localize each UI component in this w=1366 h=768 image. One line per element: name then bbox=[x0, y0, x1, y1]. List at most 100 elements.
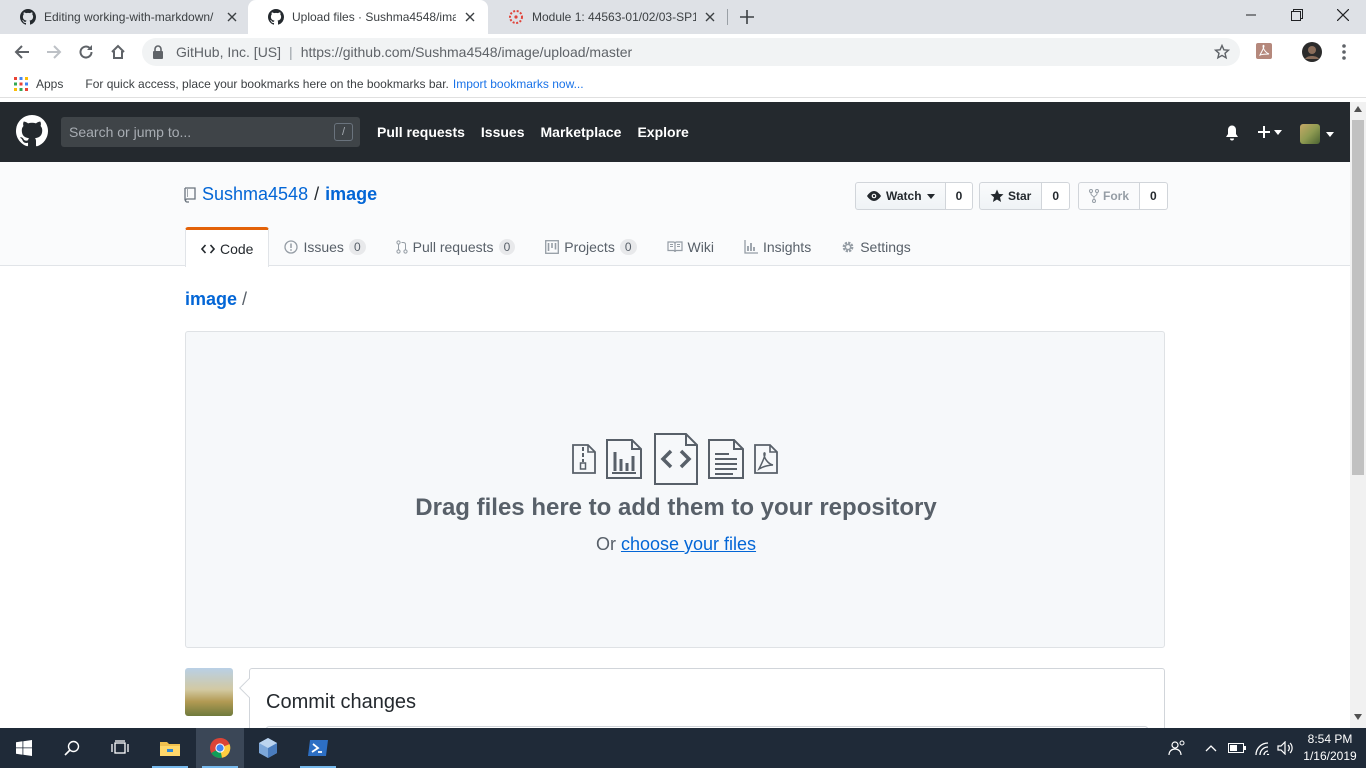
windows-taskbar: 8:54 PM 1/16/2019 bbox=[0, 728, 1366, 768]
file-drop-zone[interactable]: Drag files here to add them to your repo… bbox=[185, 331, 1165, 648]
repo-icon bbox=[184, 186, 196, 203]
nav-explore[interactable]: Explore bbox=[637, 124, 688, 140]
close-icon[interactable] bbox=[702, 9, 718, 25]
browser-toolbar: GitHub, Inc. [US] | https://github.com/S… bbox=[0, 34, 1366, 70]
fork-count[interactable]: 0 bbox=[1140, 182, 1168, 210]
github-header: Search or jump to... / Pull requests Iss… bbox=[0, 102, 1350, 162]
tab-title: Upload files · Sushma4548/image bbox=[292, 10, 456, 24]
apps-shortcut[interactable]: Apps bbox=[14, 76, 63, 91]
tab-code-label: Code bbox=[220, 240, 254, 257]
star-icon[interactable] bbox=[1214, 44, 1230, 60]
browser-tab-editing[interactable]: Editing working-with-markdown/ bbox=[0, 0, 250, 34]
bookmarks-bar: Apps For quick access, place your bookma… bbox=[0, 70, 1366, 98]
github-icon bbox=[268, 9, 284, 25]
repo-name-link[interactable]: image bbox=[325, 184, 377, 205]
nav-pull-requests[interactable]: Pull requests bbox=[377, 124, 465, 140]
create-new-menu[interactable] bbox=[1258, 126, 1282, 138]
repo-title-separator: / bbox=[314, 184, 320, 204]
windows-logo-icon bbox=[16, 740, 32, 756]
bell-icon[interactable] bbox=[1225, 125, 1239, 141]
book-icon bbox=[666, 241, 683, 253]
scroll-up-icon[interactable] bbox=[1354, 106, 1362, 114]
page-scrollbar[interactable] bbox=[1350, 102, 1366, 728]
tab-wiki[interactable]: Wiki bbox=[652, 227, 729, 267]
reload-button[interactable] bbox=[74, 40, 98, 64]
chrome-taskbar[interactable] bbox=[196, 728, 244, 768]
repo-owner-link[interactable]: Sushma4548 bbox=[202, 184, 308, 205]
import-bookmarks-link[interactable]: Import bookmarks now... bbox=[453, 77, 584, 91]
star-count[interactable]: 0 bbox=[1042, 182, 1071, 210]
tab-code[interactable]: Code bbox=[185, 227, 270, 267]
search-placeholder: Search or jump to... bbox=[69, 124, 192, 140]
taskbar-clock[interactable]: 8:54 PM 1/16/2019 bbox=[1300, 731, 1360, 765]
site-identity[interactable]: GitHub, Inc. [US] bbox=[176, 44, 281, 60]
more-menu-icon[interactable] bbox=[1334, 42, 1354, 62]
zip-file-icon bbox=[571, 443, 597, 475]
close-window-button[interactable] bbox=[1320, 0, 1366, 30]
fork-button[interactable]: Fork bbox=[1078, 182, 1141, 210]
drop-or-text: Or bbox=[595, 534, 616, 554]
browser-tab-upload[interactable]: Upload files · Sushma4548/image bbox=[248, 0, 488, 34]
tab-settings[interactable]: Settings bbox=[826, 227, 926, 267]
breadcrumb-separator: / bbox=[242, 289, 248, 309]
commit-form: Commit changes bbox=[239, 668, 1165, 728]
new-tab-button[interactable] bbox=[737, 7, 757, 27]
star-group: Star 0 bbox=[979, 182, 1071, 210]
choose-files-link[interactable]: choose your files bbox=[621, 534, 756, 554]
url-text[interactable]: https://github.com/Sushma4548/image/uplo… bbox=[301, 44, 633, 60]
star-button[interactable]: Star bbox=[979, 182, 1043, 210]
powershell-icon bbox=[307, 739, 329, 757]
forward-button[interactable] bbox=[42, 40, 66, 64]
tab-projects[interactable]: Projects 0 bbox=[530, 227, 651, 267]
tab-insights[interactable]: Insights bbox=[729, 227, 826, 267]
user-menu[interactable] bbox=[1300, 124, 1334, 144]
close-icon[interactable] bbox=[224, 9, 240, 25]
scrollbar-thumb[interactable] bbox=[1352, 120, 1364, 475]
github-logo-icon[interactable] bbox=[16, 115, 48, 147]
wifi-icon[interactable] bbox=[1254, 740, 1272, 756]
page-viewport: Search or jump to... / Pull requests Iss… bbox=[0, 102, 1350, 728]
canvas-icon bbox=[508, 9, 524, 25]
pdf-extension-icon[interactable] bbox=[1255, 42, 1275, 62]
profile-avatar[interactable] bbox=[1302, 42, 1322, 62]
back-button[interactable] bbox=[10, 40, 34, 64]
battery-icon[interactable] bbox=[1228, 740, 1246, 756]
star-label: Star bbox=[1008, 189, 1032, 203]
repository-title: Sushma4548 / image bbox=[184, 184, 377, 205]
search-button[interactable] bbox=[48, 728, 96, 768]
folder-icon bbox=[159, 739, 181, 757]
drop-zone-title: Drag files here to add them to your repo… bbox=[415, 494, 937, 521]
task-view-button[interactable] bbox=[96, 728, 144, 768]
start-button[interactable] bbox=[0, 728, 48, 768]
browser-tab-module[interactable]: Module 1: 44563-01/02/03-SP19 bbox=[488, 0, 728, 34]
chevron-up-icon[interactable] bbox=[1205, 740, 1217, 756]
file-type-icons bbox=[571, 432, 779, 486]
github-search-input[interactable]: Search or jump to... / bbox=[61, 117, 360, 147]
tab-divider bbox=[727, 9, 728, 25]
tab-issues[interactable]: Issues 0 bbox=[269, 227, 380, 267]
volume-icon[interactable] bbox=[1277, 740, 1295, 756]
virtualbox-taskbar[interactable] bbox=[244, 728, 292, 768]
watch-button[interactable]: Watch bbox=[855, 182, 946, 210]
code-icon bbox=[201, 243, 215, 255]
people-icon[interactable] bbox=[1168, 740, 1186, 756]
scroll-down-icon[interactable] bbox=[1354, 714, 1362, 722]
nav-marketplace[interactable]: Marketplace bbox=[541, 124, 622, 140]
file-breadcrumb: image / bbox=[185, 289, 247, 310]
tab-pull-requests[interactable]: Pull requests 0 bbox=[381, 227, 531, 267]
nav-issues[interactable]: Issues bbox=[481, 124, 525, 140]
restore-button[interactable] bbox=[1274, 0, 1320, 30]
home-button[interactable] bbox=[106, 40, 130, 64]
search-icon bbox=[64, 740, 80, 756]
breadcrumb-repo-link[interactable]: image bbox=[185, 289, 237, 309]
tab-issues-label: Issues bbox=[303, 239, 344, 255]
minimize-button[interactable] bbox=[1228, 0, 1274, 30]
commit-title: Commit changes bbox=[266, 691, 417, 713]
file-explorer-taskbar[interactable] bbox=[146, 728, 194, 768]
drop-zone-subtitle: Or choose your files bbox=[186, 534, 1166, 555]
watch-count[interactable]: 0 bbox=[945, 182, 974, 210]
repository-nav: Code Issues 0 Pull requests 0 Projects 0… bbox=[185, 227, 926, 267]
powershell-taskbar[interactable] bbox=[294, 728, 342, 768]
address-bar[interactable]: GitHub, Inc. [US] | https://github.com/S… bbox=[142, 38, 1240, 66]
close-icon[interactable] bbox=[462, 9, 478, 25]
